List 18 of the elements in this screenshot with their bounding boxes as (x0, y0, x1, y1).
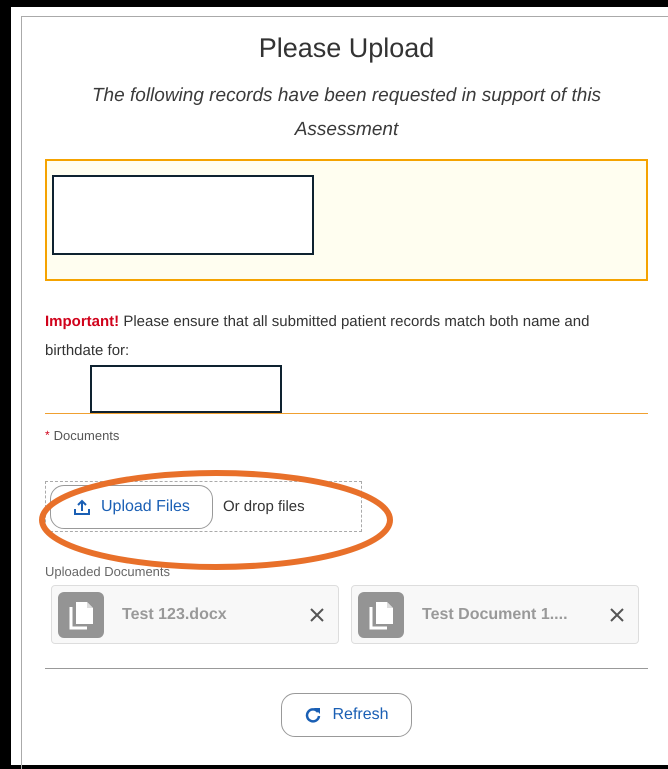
upload-button[interactable]: Upload Files (50, 484, 213, 528)
file-name: Test Document 1.... (422, 606, 569, 624)
refresh-button[interactable]: Refresh (281, 693, 412, 737)
file-icon (58, 592, 104, 638)
upload-icon (73, 498, 91, 516)
close-icon[interactable] (310, 608, 324, 622)
drop-hint: Or drop files (222, 498, 305, 515)
notice-text: Important! Please ensure that all submitted patient records match both name and birthdate for: (45, 312, 590, 361)
field-label: Documents (54, 428, 120, 443)
section-label: Uploaded Documents (45, 564, 172, 579)
refresh-icon (304, 706, 322, 724)
file-icon (358, 592, 404, 638)
file-name: Test 123.docx (122, 606, 228, 624)
page-title: Please Upload (258, 32, 436, 65)
required-mark: * (45, 428, 50, 442)
drop-zone[interactable]: Upload Files Or drop files (45, 481, 362, 532)
close-icon[interactable] (610, 608, 624, 622)
subtitle: The following records have been requested in support of this Assessment (90, 84, 602, 142)
